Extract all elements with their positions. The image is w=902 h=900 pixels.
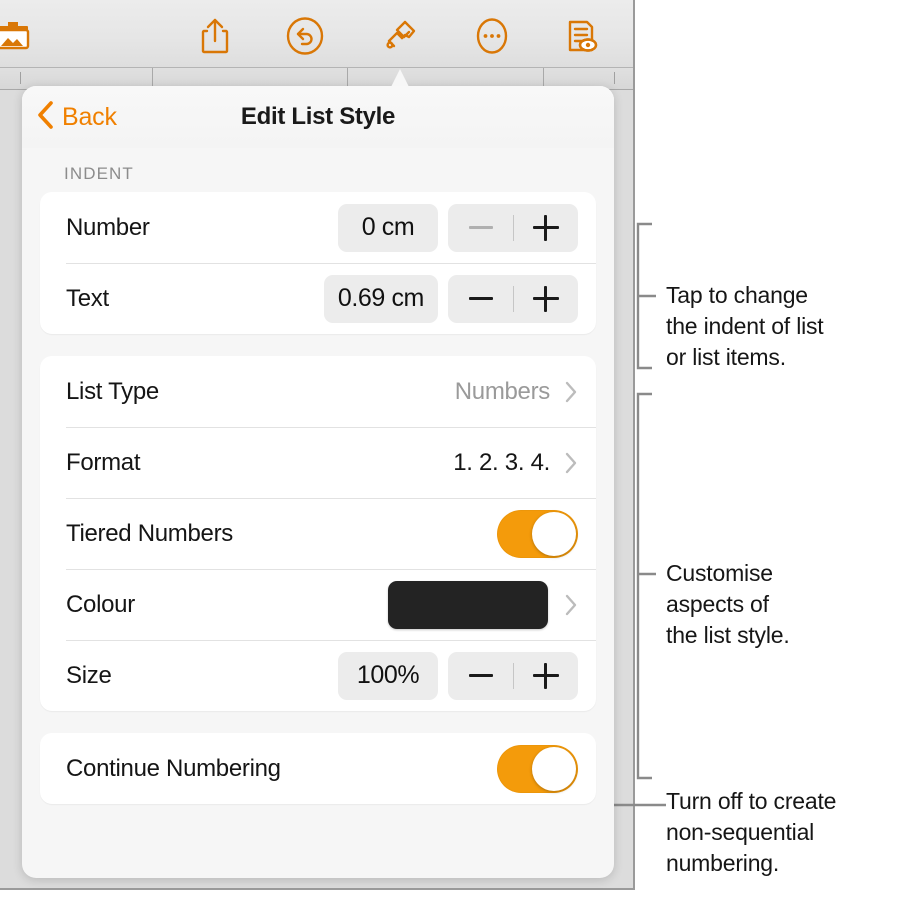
indent-callout-line-2: the indent of list bbox=[666, 313, 824, 339]
toolbar bbox=[0, 0, 633, 68]
indent-callout-line-1: Tap to change bbox=[666, 282, 808, 308]
row-label: Colour bbox=[66, 590, 135, 618]
screenshot-root: Edit List Style Back INDENT Number 0 cm bbox=[0, 0, 902, 900]
continue-numbering-group: Continue Numbering bbox=[40, 733, 596, 804]
size-increase-button[interactable] bbox=[513, 652, 578, 700]
stepper-divider bbox=[513, 214, 514, 241]
row-list-type[interactable]: List Type Numbers bbox=[40, 356, 596, 427]
size-stepper[interactable] bbox=[448, 651, 578, 700]
stepper-divider bbox=[513, 662, 514, 689]
indent-callout-bracket bbox=[636, 222, 656, 370]
text-indent-decrease-button[interactable] bbox=[448, 275, 513, 323]
chevron-right-icon bbox=[564, 593, 578, 617]
format-brush-icon[interactable] bbox=[377, 14, 421, 58]
more-ellipsis-icon[interactable] bbox=[470, 14, 514, 58]
popover-arrow bbox=[373, 62, 427, 86]
row-tiered-numbers[interactable]: Tiered Numbers bbox=[40, 498, 596, 569]
list-style-group: List Type Numbers Format 1. 2. 3. 4. Tie… bbox=[40, 356, 596, 711]
size-decrease-button[interactable] bbox=[448, 652, 513, 700]
row-label: Number bbox=[66, 213, 150, 241]
back-label: Back bbox=[62, 102, 117, 131]
number-indent-stepper[interactable] bbox=[448, 203, 578, 252]
row-text-indent[interactable]: Text 0.69 cm bbox=[40, 263, 596, 334]
row-label: List Type bbox=[66, 377, 159, 405]
back-button[interactable]: Back bbox=[36, 100, 117, 134]
edit-list-style-popover: Edit List Style Back INDENT Number 0 cm bbox=[22, 86, 614, 878]
row-label: Continue Numbering bbox=[66, 754, 281, 782]
list-type-value: Numbers bbox=[454, 377, 551, 405]
continue-callout-line-2: non-sequential bbox=[666, 819, 815, 845]
format-value: 1. 2. 3. 4. bbox=[453, 448, 550, 476]
style-callout-line-3: the list style. bbox=[666, 622, 790, 648]
row-label: Tiered Numbers bbox=[66, 519, 233, 547]
number-indent-increase-button[interactable] bbox=[513, 204, 578, 252]
ruler-tick bbox=[20, 72, 21, 84]
number-indent-decrease-button[interactable] bbox=[448, 204, 513, 252]
indent-group: Number 0 cm Text 0.69 cm bbox=[40, 192, 596, 334]
indent-callout: Tap to change the indent of list or list… bbox=[666, 280, 898, 373]
indent-section-header: INDENT bbox=[64, 164, 134, 183]
size-value[interactable]: 100% bbox=[338, 651, 438, 700]
number-indent-value[interactable]: 0 cm bbox=[338, 203, 438, 252]
tiered-numbers-toggle[interactable] bbox=[497, 509, 578, 558]
row-format[interactable]: Format 1. 2. 3. 4. bbox=[40, 427, 596, 498]
row-label: Format bbox=[66, 448, 141, 476]
text-indent-stepper[interactable] bbox=[448, 274, 578, 323]
continue-callout-line-1: Turn off to create bbox=[666, 788, 837, 814]
row-colour[interactable]: Colour bbox=[40, 569, 596, 640]
style-callout-line-2: aspects of bbox=[666, 591, 769, 617]
style-callout-line-1: Customise bbox=[666, 560, 773, 586]
share-icon[interactable] bbox=[193, 14, 237, 58]
stepper-divider bbox=[513, 285, 514, 312]
continue-numbering-toggle[interactable] bbox=[497, 744, 578, 793]
indent-callout-line-3: or list items. bbox=[666, 344, 786, 370]
text-indent-increase-button[interactable] bbox=[513, 275, 578, 323]
style-callout: Customise aspects of the list style. bbox=[666, 558, 898, 651]
popover-header: Edit List Style Back bbox=[22, 86, 614, 148]
row-size[interactable]: Size 100% bbox=[40, 640, 596, 711]
row-continue-numbering[interactable]: Continue Numbering bbox=[40, 733, 596, 804]
colour-swatch[interactable] bbox=[388, 580, 548, 629]
continue-callout-line-3: numbering. bbox=[666, 850, 780, 876]
row-label: Text bbox=[66, 284, 109, 312]
row-label: Size bbox=[66, 661, 112, 689]
media-image-icon[interactable] bbox=[0, 14, 30, 58]
text-indent-value[interactable]: 0.69 cm bbox=[323, 274, 438, 323]
chevron-right-icon bbox=[564, 380, 578, 404]
undo-icon[interactable] bbox=[283, 14, 327, 58]
document-view-icon[interactable] bbox=[559, 14, 603, 58]
row-number-indent[interactable]: Number 0 cm bbox=[40, 192, 596, 263]
ruler-tick bbox=[614, 72, 615, 84]
chevron-left-icon bbox=[36, 100, 54, 135]
continue-callout: Turn off to create non-sequential number… bbox=[666, 786, 902, 879]
style-callout-bracket bbox=[636, 392, 656, 780]
chevron-right-icon bbox=[564, 451, 578, 475]
